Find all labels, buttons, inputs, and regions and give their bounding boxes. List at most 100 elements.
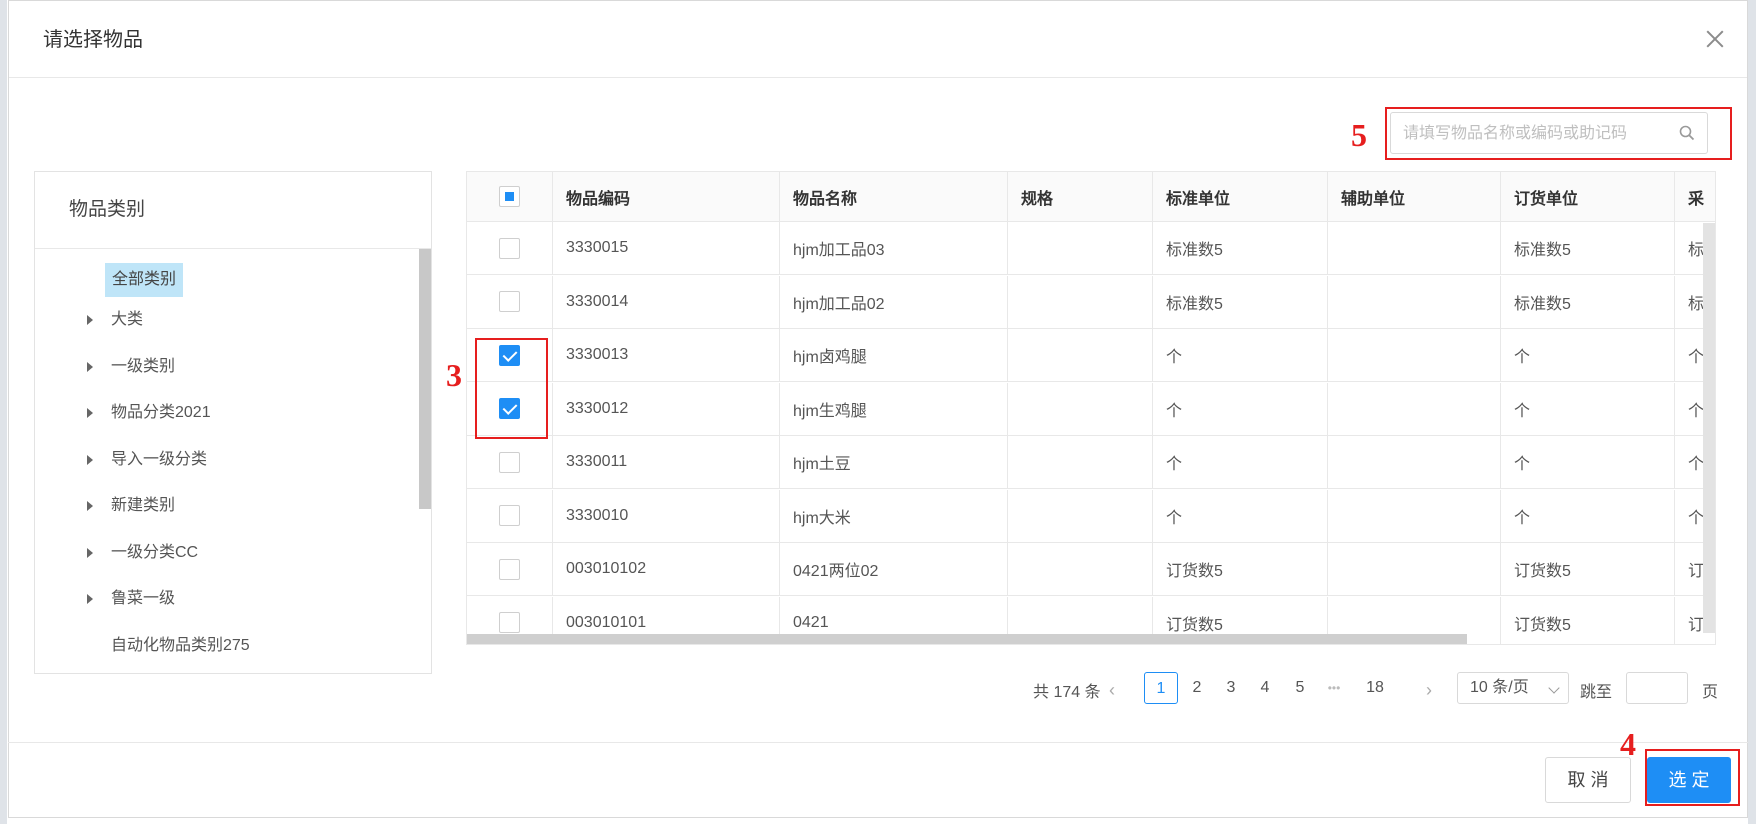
table-row[interactable]: 3330015 hjm加工品03 标准数5 标准数5 标	[467, 222, 1715, 275]
page-size-select[interactable]: 10 条/页	[1457, 672, 1569, 704]
table-cell-order-unit: 个	[1501, 489, 1675, 542]
table-cell-code: 3330010	[553, 489, 780, 542]
table-cell-name: hjm土豆	[780, 436, 1008, 488]
tree-item[interactable]: 一级类别	[35, 351, 415, 383]
category-panel-title: 物品类别	[35, 172, 431, 249]
table-cell-aux-unit	[1328, 222, 1501, 274]
tree-item[interactable]: 一级分类CC	[35, 537, 415, 569]
pagination-page[interactable]: 18	[1358, 672, 1392, 704]
pagination-page[interactable]: 1	[1144, 672, 1178, 704]
table-row[interactable]: 3330014 hjm加工品02 标准数5 标准数5 标	[467, 275, 1715, 329]
table-cell-code: 003010102	[553, 543, 780, 595]
pagination-next-icon[interactable]: ›	[1426, 680, 1432, 701]
row-checkbox[interactable]	[499, 237, 520, 259]
caret-right-icon[interactable]	[87, 315, 93, 325]
jump-to-label: 跳至	[1580, 684, 1613, 701]
row-checkbox[interactable]	[499, 291, 520, 312]
table-cell-name: hjm生鸡腿	[780, 382, 1008, 435]
category-tree: 全部类别 大类一级类别物品分类2021 导入一级分类 新建类别一级分类CC 鲁菜一级自…	[35, 249, 431, 673]
annotation-box-3	[475, 338, 548, 439]
row-checkbox-cell	[467, 543, 553, 595]
caret-right-icon[interactable]	[87, 361, 93, 372]
column-header[interactable]: 规格	[1008, 172, 1153, 221]
caret-right-icon[interactable]	[87, 408, 93, 418]
caret-right-icon[interactable]	[87, 594, 93, 604]
table-row[interactable]: 3330011 hjm土豆个个个	[467, 436, 1715, 489]
tree-item-label: 物品分类2021	[111, 404, 211, 421]
table-horizontal-scrollbar[interactable]	[467, 634, 1467, 644]
table-cell-name: hjm加工品02	[780, 275, 1008, 328]
column-header[interactable]: 物品编码	[553, 172, 780, 221]
table-cell-name: hjm大米	[780, 489, 1008, 542]
column-header[interactable]: 订货单位	[1501, 172, 1675, 221]
background-left	[0, 0, 7, 824]
caret-right-icon[interactable]	[87, 454, 93, 465]
table-cell-code: 3330011	[553, 436, 780, 488]
column-header[interactable]: 采	[1675, 172, 1715, 221]
table-cell-name: hjm加工品03	[780, 222, 1008, 274]
table-cell-spec	[1008, 436, 1153, 488]
pagination-page[interactable]: 3	[1214, 672, 1248, 704]
column-header[interactable]: 辅助单位	[1328, 172, 1501, 221]
table-cell-spec	[1008, 275, 1153, 328]
category-scrollbar[interactable]	[419, 249, 431, 509]
table-vertical-scrollbar[interactable]	[1703, 223, 1715, 633]
annotation-box-4	[1645, 749, 1740, 806]
table-cell-order-unit: 个	[1501, 436, 1675, 488]
table-cell-aux-unit	[1328, 436, 1501, 488]
tree-item[interactable]: 自动化物品类别275	[35, 630, 415, 662]
table-cell-aux-unit	[1328, 489, 1501, 542]
tree-item[interactable]: 鲁菜一级	[35, 583, 415, 615]
tree-item[interactable]: 大类	[35, 304, 415, 336]
tree-item-label: 一级类别	[111, 357, 176, 375]
row-checkbox[interactable]	[499, 451, 520, 473]
select-all-checkbox[interactable]	[499, 186, 520, 207]
row-checkbox-cell	[467, 436, 553, 488]
column-header[interactable]: 标准单位	[1153, 172, 1328, 221]
table-cell-order-unit: 个	[1501, 382, 1675, 435]
table-cell-code: 3330012	[553, 382, 780, 435]
row-checkbox[interactable]	[499, 612, 520, 633]
annotation-number-5: 5	[1351, 117, 1367, 153]
tree-item-label: 鲁菜一级	[111, 590, 176, 607]
item-table: 物品编码 物品名称 规格 标准单位 辅助单位 订货单位采 3330015 hjm加工品03 标准…	[466, 171, 1716, 645]
row-checkbox[interactable]	[499, 505, 520, 526]
page-unit-label: 页	[1702, 684, 1719, 701]
pagination-prev-icon[interactable]: ‹	[1109, 680, 1115, 701]
table-row[interactable]: 3330010 hjm大米个个个	[467, 489, 1715, 543]
tree-item-all-categories[interactable]: 全部类别	[105, 263, 184, 297]
cancel-button[interactable]: 取 消	[1545, 757, 1631, 803]
table-cell-std-unit: 订货数5	[1153, 543, 1328, 595]
tree-item[interactable]: 新建类别	[35, 490, 415, 522]
background-right	[1748, 0, 1756, 824]
table-row[interactable]: 003010102 0421两位02 订货数5 订货数5 订	[467, 543, 1715, 596]
tree-item[interactable]: 物品分类2021	[35, 397, 415, 429]
table-cell-aux-unit	[1328, 275, 1501, 328]
close-icon[interactable]	[1701, 25, 1729, 53]
table-cell-aux-unit	[1328, 543, 1501, 595]
table-cell-code: 3330013	[553, 329, 780, 381]
pagination-ellipsis[interactable]: •••	[1317, 672, 1351, 704]
row-checkbox-cell	[467, 489, 553, 542]
table-cell-std-unit: 个	[1153, 329, 1328, 381]
tree-item[interactable]: 导入一级分类	[35, 444, 415, 476]
table-header-row: 物品编码 物品名称 规格 标准单位 辅助单位 订货单位采	[467, 172, 1715, 222]
table-row[interactable]: 3330012 hjm生鸡腿个个个	[467, 382, 1715, 436]
pagination-page[interactable]: 2	[1180, 672, 1214, 704]
caret-right-icon[interactable]	[87, 501, 93, 511]
tree-item-label: 新建类别	[111, 497, 176, 514]
table-cell-code: 3330015	[553, 222, 780, 274]
caret-right-icon[interactable]	[87, 547, 93, 558]
dialog-title: 请选择物品	[43, 29, 143, 51]
jump-to-input[interactable]	[1626, 672, 1688, 704]
table-row[interactable]: 3330013 hjm卤鸡腿个个个	[467, 329, 1715, 382]
pagination-page[interactable]: 4	[1248, 672, 1282, 704]
table-cell-name: 0421两位02	[780, 543, 1008, 595]
row-checkbox[interactable]	[499, 558, 520, 580]
pagination-page[interactable]: 5	[1283, 672, 1317, 704]
dialog-header: 请选择物品	[9, 1, 1747, 78]
column-header[interactable]: 物品名称	[780, 172, 1008, 221]
table-cell-std-unit: 个	[1153, 436, 1328, 488]
tree-item-label: 导入一级分类	[111, 450, 208, 468]
footer-divider	[8, 742, 1748, 743]
